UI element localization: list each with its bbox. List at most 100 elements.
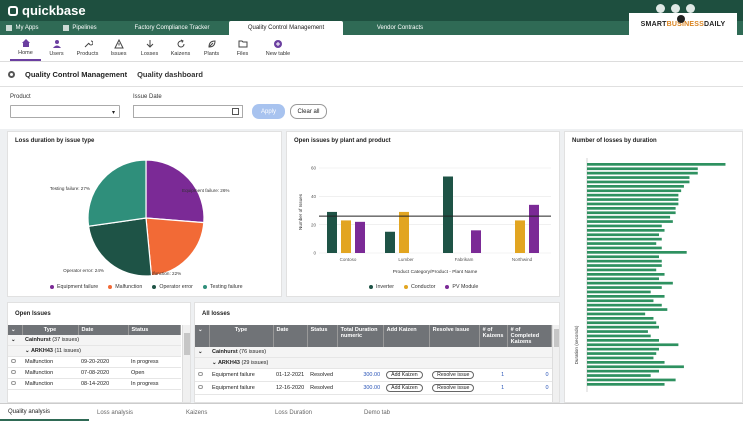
scrollbar-thumb[interactable] xyxy=(554,329,559,347)
duration-bar[interactable] xyxy=(587,224,662,228)
duration-bar[interactable] xyxy=(587,295,665,298)
cell-kaizens[interactable]: 1 xyxy=(479,368,508,382)
duration-bar[interactable] xyxy=(587,290,651,294)
tab-my-apps[interactable]: My Apps xyxy=(0,21,45,35)
table-row[interactable]: Equipment failure 12-16-2020 Resolved 30… xyxy=(195,381,552,395)
duration-bar[interactable] xyxy=(587,242,657,245)
app-title[interactable]: Quality Control Management xyxy=(25,70,127,79)
duration-bar[interactable] xyxy=(587,339,659,342)
column-header[interactable]: Total Duration numeric xyxy=(337,325,384,347)
collapse-icon[interactable]: ⌄ xyxy=(195,347,209,358)
row-actions[interactable] xyxy=(195,368,209,382)
duration-bar[interactable] xyxy=(587,273,665,276)
bar[interactable] xyxy=(399,211,409,253)
column-header[interactable]: Date xyxy=(78,325,129,335)
duration-bar[interactable] xyxy=(587,334,651,338)
row-actions[interactable] xyxy=(8,356,22,368)
product-select[interactable]: ▾ xyxy=(10,105,120,118)
toolbar-kaizens[interactable]: Kaizens xyxy=(165,35,196,61)
settings-icon[interactable] xyxy=(686,4,695,13)
bar[interactable] xyxy=(341,220,351,253)
duration-bar[interactable] xyxy=(587,321,657,325)
tab-vendor-contracts[interactable]: Vendor Contracts xyxy=(343,21,457,35)
duration-bar[interactable] xyxy=(587,365,684,369)
cell-kaizens[interactable]: 1 xyxy=(479,381,508,395)
collapse-icon[interactable]: ⌄ xyxy=(8,335,22,346)
duration-bar[interactable] xyxy=(587,198,679,201)
table-row[interactable]: Malfunction 09-20-2020 In progress xyxy=(8,356,181,368)
duration-bar[interactable] xyxy=(587,229,665,232)
issue-date-input[interactable] xyxy=(133,105,243,118)
duration-bar[interactable] xyxy=(587,246,662,250)
group-row[interactable]: ⌄ Cainhurst (37 issues) xyxy=(8,335,181,346)
edit-icon[interactable] xyxy=(11,381,16,385)
duration-bar[interactable] xyxy=(587,277,659,281)
toolbar-home[interactable]: Home xyxy=(10,35,41,61)
column-header[interactable]: Status xyxy=(128,325,181,335)
bar[interactable] xyxy=(443,176,453,254)
column-header[interactable]: Status xyxy=(307,325,338,347)
scrollbar[interactable] xyxy=(552,325,559,402)
tab-factory-compliance[interactable]: Factory Compliance Tracker xyxy=(115,21,229,35)
edit-icon[interactable] xyxy=(11,370,16,374)
duration-bar[interactable] xyxy=(587,361,665,364)
quickbase-logo[interactable]: quickbase xyxy=(8,2,86,19)
duration-bar[interactable] xyxy=(587,259,662,263)
row-actions[interactable] xyxy=(8,367,22,379)
duration-bar[interactable] xyxy=(587,220,673,223)
duration-bar[interactable] xyxy=(587,383,665,386)
duration-bar[interactable] xyxy=(587,237,662,241)
row-actions[interactable] xyxy=(8,378,22,390)
toolbar-files[interactable]: Files xyxy=(227,35,258,61)
duration-bar[interactable] xyxy=(587,317,654,320)
duration-bar[interactable] xyxy=(587,233,659,237)
cell-completed[interactable]: 0 xyxy=(507,368,552,382)
collapse-icon[interactable] xyxy=(8,345,22,357)
expand-col[interactable]: ⌄ xyxy=(8,325,23,335)
bar[interactable] xyxy=(515,220,525,253)
duration-bar[interactable] xyxy=(587,211,676,215)
duration-bar[interactable] xyxy=(587,281,673,285)
column-header[interactable]: Type xyxy=(22,325,79,335)
tab-quality-analysis[interactable]: Quality analysis xyxy=(0,404,89,421)
tab-kaizens[interactable]: Kaizens xyxy=(178,404,267,421)
clear-all-button[interactable]: Clear all xyxy=(290,104,327,119)
duration-bar[interactable] xyxy=(587,330,648,333)
duration-bar[interactable] xyxy=(587,180,690,184)
group-row[interactable]: ⌄ Cainhurst (76 issues) xyxy=(195,347,552,358)
subgroup-row[interactable]: ⌄ ARKH43 (29 issues) xyxy=(195,357,552,369)
pie-slice[interactable] xyxy=(145,217,205,277)
cell-completed[interactable]: 0 xyxy=(507,381,552,395)
collapse-icon[interactable] xyxy=(195,357,209,369)
row-actions[interactable] xyxy=(195,381,209,395)
toolbar-products[interactable]: Products xyxy=(72,35,103,61)
tab-loss-duration[interactable]: Loss Duration xyxy=(267,404,356,421)
duration-bar[interactable] xyxy=(587,325,659,329)
edit-icon[interactable] xyxy=(198,385,203,389)
toolbar-users[interactable]: Users xyxy=(41,35,72,61)
duration-bar[interactable] xyxy=(587,352,657,355)
apply-button[interactable]: Apply xyxy=(252,104,285,119)
bar[interactable] xyxy=(355,221,365,253)
duration-bar[interactable] xyxy=(587,251,687,254)
column-header[interactable]: Resolve issue xyxy=(429,325,480,347)
duration-bar[interactable] xyxy=(587,215,671,219)
add-kaizen-button[interactable]: Add Kaizen xyxy=(386,371,423,379)
column-header[interactable]: Type xyxy=(209,325,274,347)
duration-bar[interactable] xyxy=(587,299,654,303)
column-header[interactable]: # of Completed Kaizens xyxy=(507,325,553,347)
column-header[interactable]: # of Kaizens xyxy=(479,325,508,347)
duration-bar[interactable] xyxy=(587,286,662,289)
duration-bar[interactable] xyxy=(587,303,662,307)
gear-icon[interactable] xyxy=(8,70,15,78)
tab-pipelines[interactable]: Pipelines xyxy=(45,21,115,35)
resolve-issue-button[interactable]: Resolve issue xyxy=(432,371,475,379)
duration-bar[interactable] xyxy=(587,374,651,377)
bar[interactable] xyxy=(385,231,395,253)
bar[interactable] xyxy=(327,211,337,253)
toolbar-losses[interactable]: Losses xyxy=(134,35,165,61)
duration-bar[interactable] xyxy=(587,189,682,193)
edit-icon[interactable] xyxy=(11,359,16,363)
table-row[interactable]: Equipment failure 01-12-2021 Resolved 30… xyxy=(195,368,552,382)
expand-col[interactable]: ⌄ xyxy=(195,325,210,347)
